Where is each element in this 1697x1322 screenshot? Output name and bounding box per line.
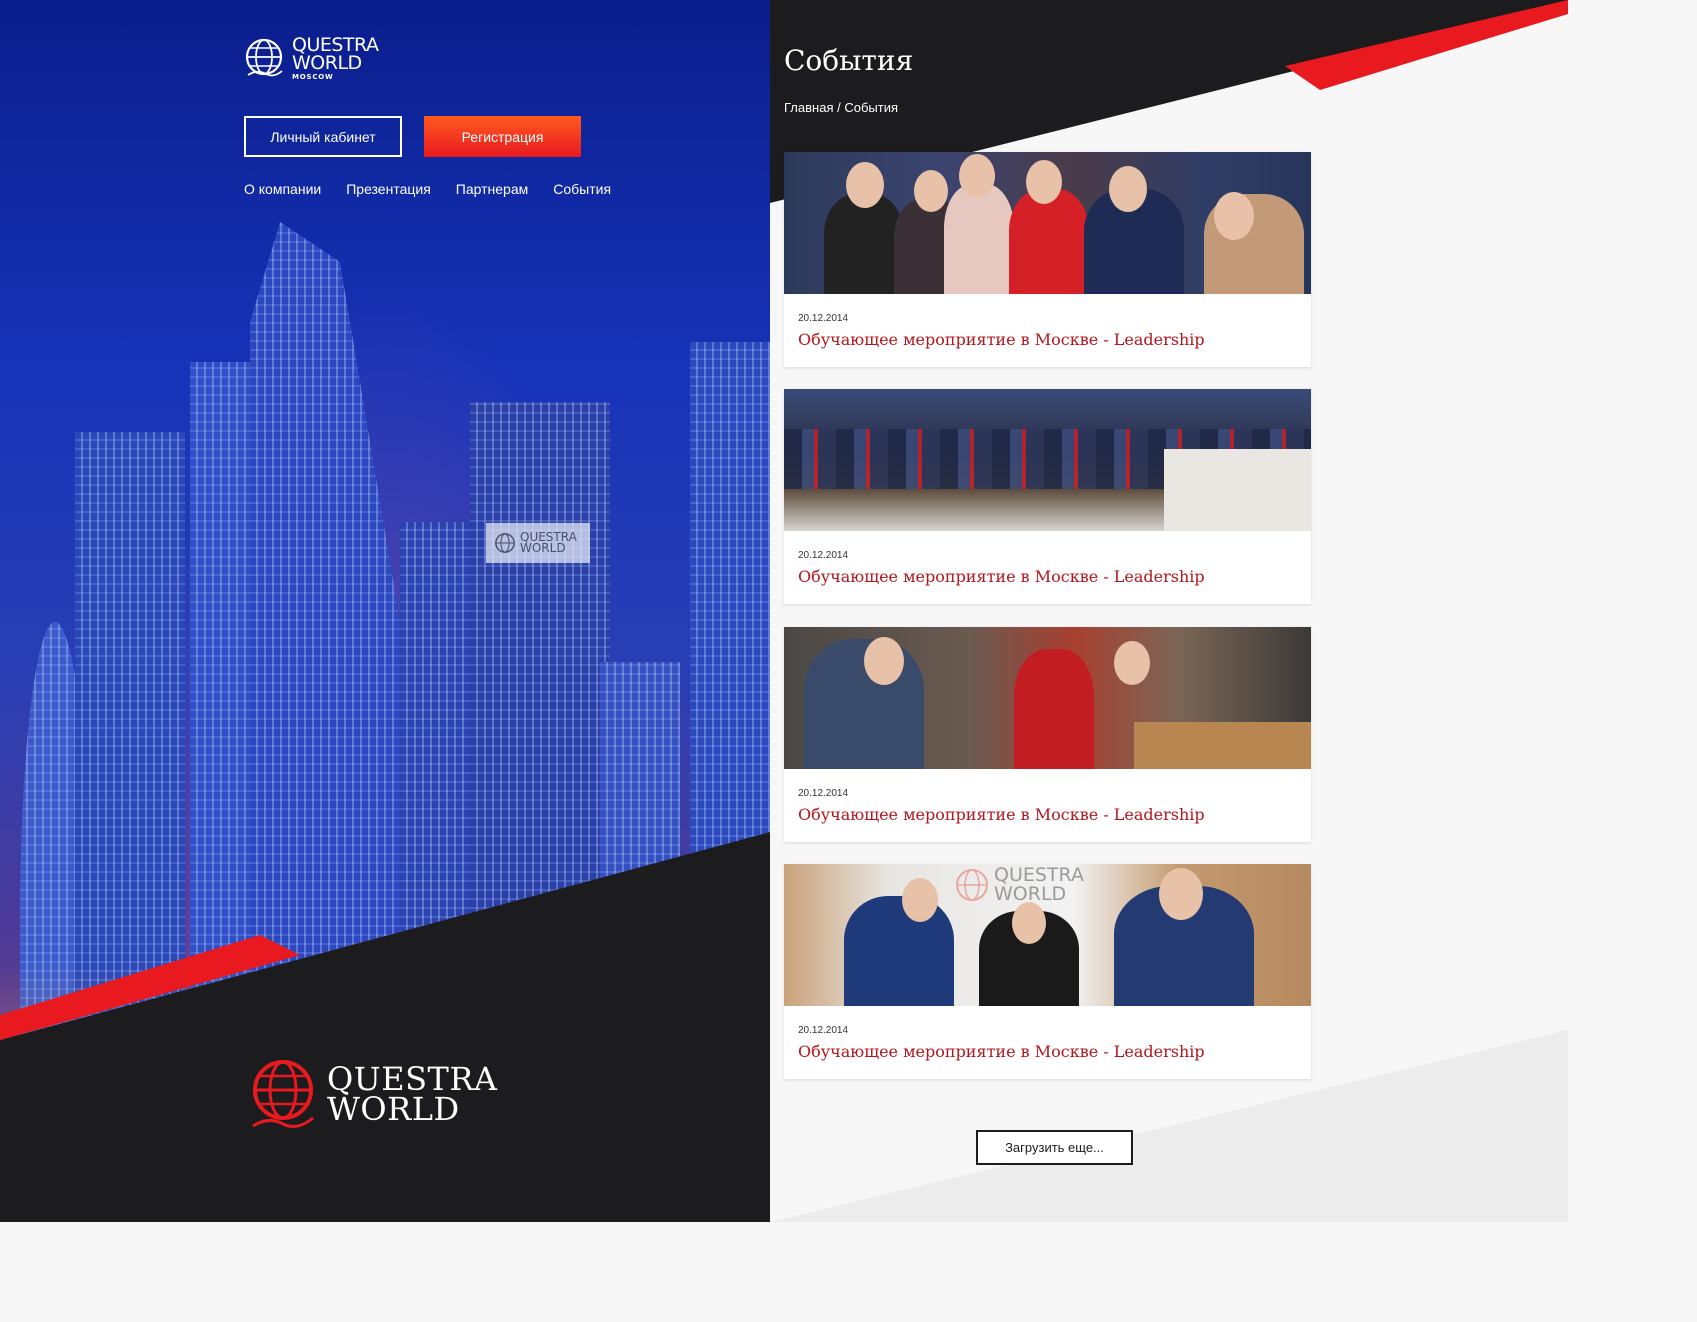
person-face <box>1026 160 1062 204</box>
photo-watermark-line2: WORLD <box>994 883 1067 905</box>
building-sign-line2: WORLD <box>520 541 566 555</box>
event-card[interactable]: 20.12.2014 Обучающее мероприятие в Москв… <box>784 627 1311 842</box>
event-card[interactable]: 20.12.2014 Обучающее мероприятие в Москв… <box>784 152 1311 367</box>
person-face <box>1114 641 1150 685</box>
nav-item-partners[interactable]: Партнерам <box>456 181 528 197</box>
event-card[interactable]: QUESTRA WORLD 20.12.2014 Обучающее мероп… <box>784 864 1311 1079</box>
event-photo[interactable]: QUESTRA WORLD <box>784 864 1311 1006</box>
event-title-link[interactable]: Обучающее мероприятие в Москве - Leaders… <box>798 567 1205 586</box>
tower-left <box>75 432 185 1040</box>
footer-logo-line2: WORLD <box>327 1090 460 1128</box>
nav-item-about[interactable]: О компании <box>244 181 321 197</box>
tower-far-right <box>690 342 770 1040</box>
logo-text-line2: WORLD <box>292 52 362 74</box>
person-face <box>914 170 948 212</box>
event-date: 20.12.2014 <box>798 313 849 324</box>
event-photo[interactable] <box>784 627 1311 769</box>
event-title-link[interactable]: Обучающее мероприятие в Москве - Leaders… <box>798 805 1205 824</box>
globe-logo-icon <box>252 1060 314 1128</box>
breadcrumb-current: События <box>844 100 898 115</box>
person <box>824 194 904 294</box>
hero-panel: QUESTRA WORLD QUESTRA WORLD MOSCOW Личны… <box>0 0 770 1222</box>
event-card[interactable]: 20.12.2014 Обучающее мероприятие в Москв… <box>784 389 1311 604</box>
event-photo[interactable] <box>784 152 1311 294</box>
person <box>944 184 1014 294</box>
person-face <box>959 154 995 198</box>
breadcrumb-separator: / <box>833 100 845 115</box>
buffet-table <box>1134 722 1311 769</box>
person-face <box>1012 902 1046 944</box>
person-face <box>1109 166 1147 212</box>
person <box>844 896 954 1006</box>
nav-item-events[interactable]: События <box>553 181 611 197</box>
event-title-link[interactable]: Обучающее мероприятие в Москве - Leaders… <box>798 330 1205 349</box>
account-button[interactable]: Личный кабинет <box>244 116 402 157</box>
event-date: 20.12.2014 <box>798 550 849 561</box>
breadcrumb: Главная / События <box>784 100 898 115</box>
tower-right <box>600 662 680 1040</box>
person-face <box>1214 192 1254 240</box>
register-button[interactable]: Регистрация <box>424 116 581 157</box>
header-logo[interactable]: QUESTRA WORLD MOSCOW <box>244 36 379 81</box>
nav-item-presentation[interactable]: Презентация <box>346 181 431 197</box>
person-face <box>1159 868 1203 920</box>
main-nav: О компании Презентация Партнерам События <box>244 181 611 197</box>
event-date: 20.12.2014 <box>798 1025 849 1036</box>
logo-city: MOSCOW <box>292 73 334 81</box>
breadcrumb-home[interactable]: Главная <box>784 100 833 115</box>
globe-icon <box>495 533 515 553</box>
person <box>1014 649 1094 769</box>
table-area <box>1164 449 1311 531</box>
person <box>1009 189 1089 294</box>
globe-logo-icon <box>245 38 283 76</box>
globe-icon <box>956 869 988 901</box>
content-panel: События Главная / События 20.12.2014 Обу… <box>770 0 1568 1222</box>
person-face <box>864 637 904 685</box>
photo-watermark: QUESTRA WORLD <box>954 866 1084 904</box>
event-date: 20.12.2014 <box>798 788 849 799</box>
building-sign: QUESTRA WORLD <box>486 523 590 563</box>
event-title-link[interactable]: Обучающее мероприятие в Москве - Leaders… <box>798 1042 1205 1061</box>
load-more-button[interactable]: Загрузить еще... <box>976 1130 1133 1165</box>
person-face <box>902 878 938 922</box>
event-photo[interactable] <box>784 389 1311 531</box>
page-title: События <box>784 44 914 77</box>
person-face <box>846 162 884 208</box>
footer-logo: QUESTRA WORLD <box>247 1056 498 1132</box>
